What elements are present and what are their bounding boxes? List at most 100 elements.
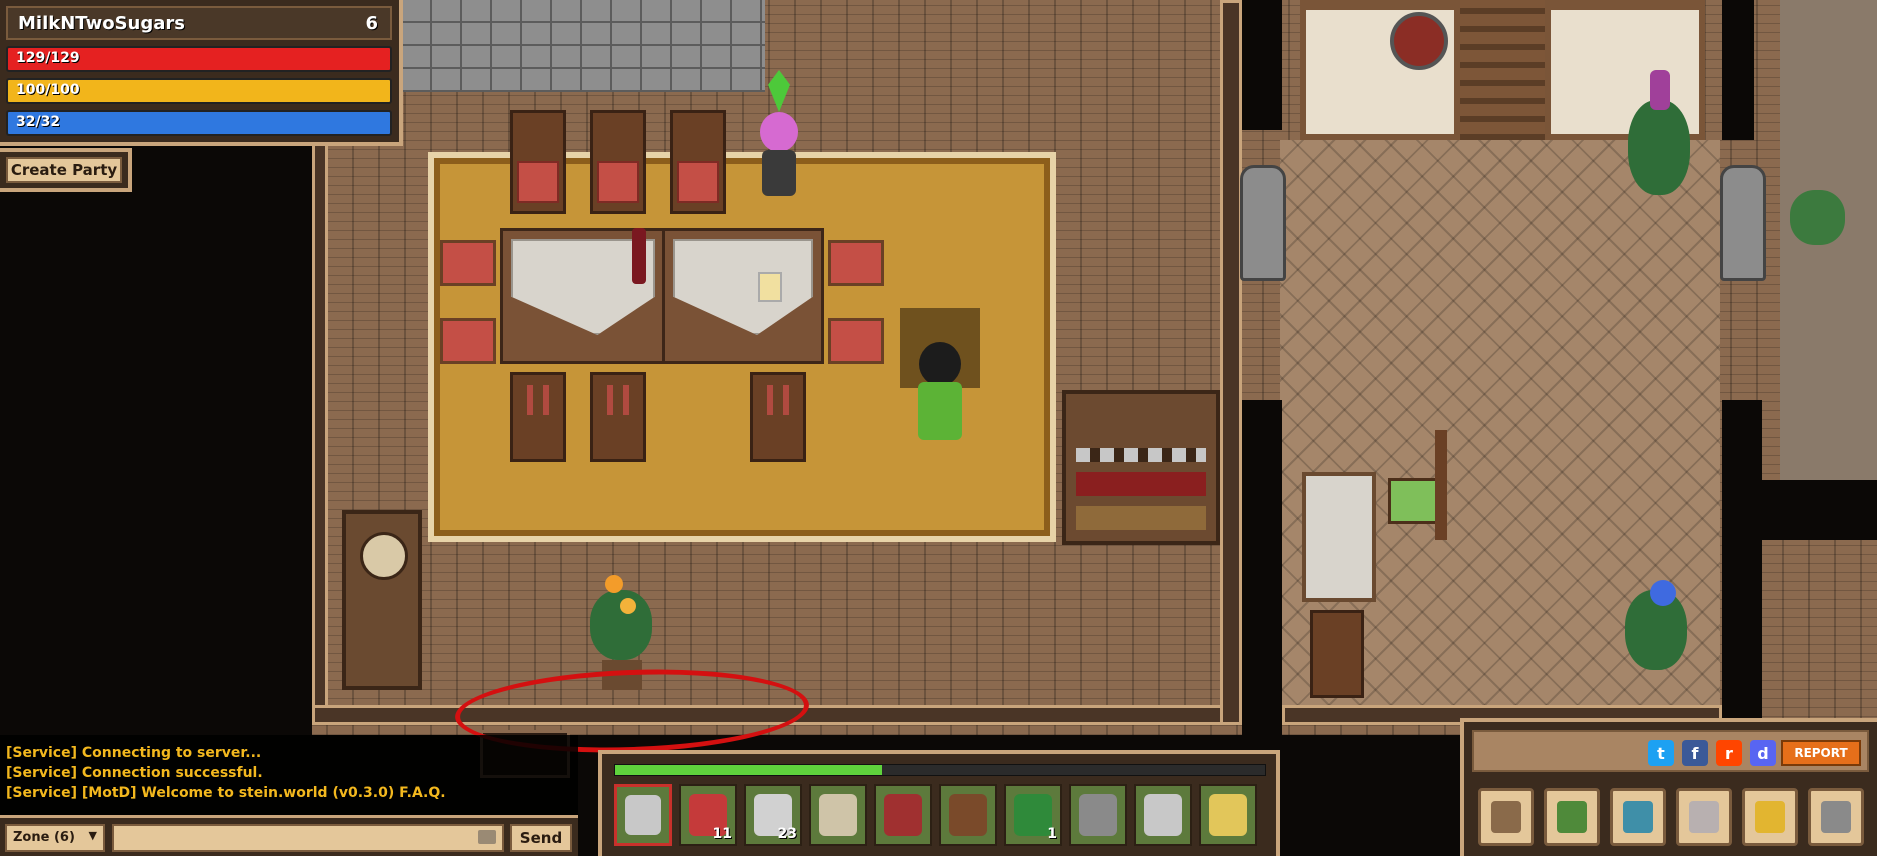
experience-bar	[614, 764, 1266, 776]
chair	[670, 110, 726, 214]
world-map-icon	[1623, 801, 1653, 833]
chat-channel-value: Zone (6)	[13, 830, 75, 845]
side-dark	[1762, 480, 1877, 540]
chair	[1310, 610, 1364, 698]
health-bar: 129/129	[6, 46, 392, 72]
tablecloth	[673, 239, 813, 335]
chair	[590, 372, 646, 462]
chair-back	[1435, 430, 1447, 540]
hotbar-slot[interactable]: 23	[744, 784, 802, 846]
player-character[interactable]	[910, 342, 970, 446]
hotbar-slot[interactable]	[809, 784, 867, 846]
health-value: 129/129	[16, 50, 80, 66]
hotbar-slot[interactable]	[1069, 784, 1127, 846]
settings-gear-button[interactable]	[1808, 788, 1864, 846]
player-status-panel: MilkNTwoSugars 6 129/129 100/100 32/32	[0, 0, 403, 146]
create-party-button[interactable]: Create Party	[6, 157, 122, 183]
chair	[510, 372, 566, 462]
hotbar-slot[interactable]	[939, 784, 997, 846]
world-map-button[interactable]	[1610, 788, 1666, 846]
chat-input-field[interactable]	[112, 824, 504, 852]
reddit-icon[interactable]: r	[1716, 740, 1742, 766]
mana-bar: 32/32	[6, 110, 392, 136]
stone-floor	[400, 0, 765, 92]
chair	[510, 110, 566, 214]
dining-table-right	[662, 228, 824, 364]
armor-icon	[819, 794, 857, 836]
hotbar-slot[interactable]	[1199, 784, 1257, 846]
settings-gear-icon	[1821, 801, 1851, 833]
hotbar-slot[interactable]	[1134, 784, 1192, 846]
stamina-value: 100/100	[16, 82, 80, 98]
wall-divider	[1220, 0, 1242, 725]
purple-flower-icon	[1650, 70, 1670, 110]
hotbar-slot[interactable]: 11	[679, 784, 737, 846]
sword-icon	[1144, 794, 1182, 836]
quest-book-icon	[1557, 801, 1587, 833]
grandfather-clock	[342, 510, 422, 690]
green-chair	[1388, 478, 1440, 524]
social-bar: tfrd REPORT	[1472, 730, 1869, 772]
gold-coins-icon	[1755, 801, 1785, 833]
wall-left	[312, 140, 328, 720]
beer-mug-icon	[758, 272, 782, 302]
hotbar: 11 23 1	[598, 750, 1280, 856]
purple-flower-plant-icon	[1628, 100, 1690, 195]
orange-flower-icon	[605, 575, 623, 593]
wine-bottle-icon	[632, 228, 646, 284]
send-button[interactable]: Send	[510, 824, 572, 852]
facebook-icon[interactable]: f	[1682, 740, 1708, 766]
chair	[440, 240, 496, 286]
faq-link[interactable]: F.A.Q.	[399, 785, 445, 801]
player-name: MilkNTwoSugars	[18, 13, 185, 34]
chat-input[interactable]	[114, 826, 468, 850]
chat-line-text: [Service] [MotD] Welcome to stein.world …	[6, 785, 395, 801]
staircase	[1460, 0, 1545, 140]
cups-icon	[1076, 448, 1206, 462]
item-count: 23	[777, 826, 797, 842]
chat-line: [Service] [MotD] Welcome to stein.world …	[0, 783, 578, 803]
create-party-panel: Create Party	[0, 148, 132, 192]
stamina-bar: 100/100	[6, 78, 392, 104]
report-button[interactable]: REPORT	[1781, 740, 1861, 766]
chat-input-bar: Zone (6) ▼ Send	[0, 815, 578, 856]
club-icon	[949, 794, 987, 836]
doorway-dark	[1242, 0, 1282, 130]
orange-flower-icon	[620, 598, 636, 614]
chair	[828, 240, 884, 286]
void-area	[0, 146, 312, 736]
quest-book-button[interactable]	[1544, 788, 1600, 846]
twitter-icon[interactable]: t	[1648, 740, 1674, 766]
hotbar-slot[interactable]: 1	[1004, 784, 1062, 846]
blue-flower-icon	[1650, 580, 1676, 606]
chat-channel-select[interactable]: Zone (6) ▼	[5, 824, 105, 852]
clock-face-icon	[360, 532, 408, 580]
sword-icon	[625, 795, 661, 835]
inventory-bag-button[interactable]	[1478, 788, 1534, 846]
discord-icon[interactable]: d	[1750, 740, 1776, 766]
chat-log[interactable]: [Service] Connecting to server... [Servi…	[0, 735, 578, 815]
straw-hat-icon	[1209, 794, 1247, 836]
doorway-dark-lower	[1242, 400, 1282, 735]
hotbar-slot[interactable]	[874, 784, 932, 846]
keyboard-icon[interactable]	[478, 830, 496, 844]
character-button[interactable]	[1676, 788, 1732, 846]
chair	[590, 110, 646, 214]
pickaxe-icon	[1079, 794, 1117, 836]
shield-icon	[1390, 12, 1448, 70]
experience-bar-fill	[615, 765, 882, 775]
chat-line: [Service] Connection successful.	[6, 765, 263, 781]
armor-stand-icon	[1720, 165, 1766, 281]
mana-bar-fill	[8, 112, 390, 134]
jars-icon	[1076, 506, 1206, 530]
hotbar-slot[interactable]	[614, 784, 672, 846]
item-count: 1	[1047, 826, 1057, 842]
player-level: 6	[365, 13, 378, 34]
gold-coins-button[interactable]	[1742, 788, 1798, 846]
kitchen-cabinet	[1062, 390, 1220, 545]
plant-icon	[1790, 190, 1845, 245]
npc-character[interactable]	[752, 112, 806, 204]
chat-line: [Service] Connecting to server...	[6, 745, 262, 761]
player-name-row: MilkNTwoSugars 6	[6, 6, 392, 40]
item-count: 11	[712, 826, 732, 842]
